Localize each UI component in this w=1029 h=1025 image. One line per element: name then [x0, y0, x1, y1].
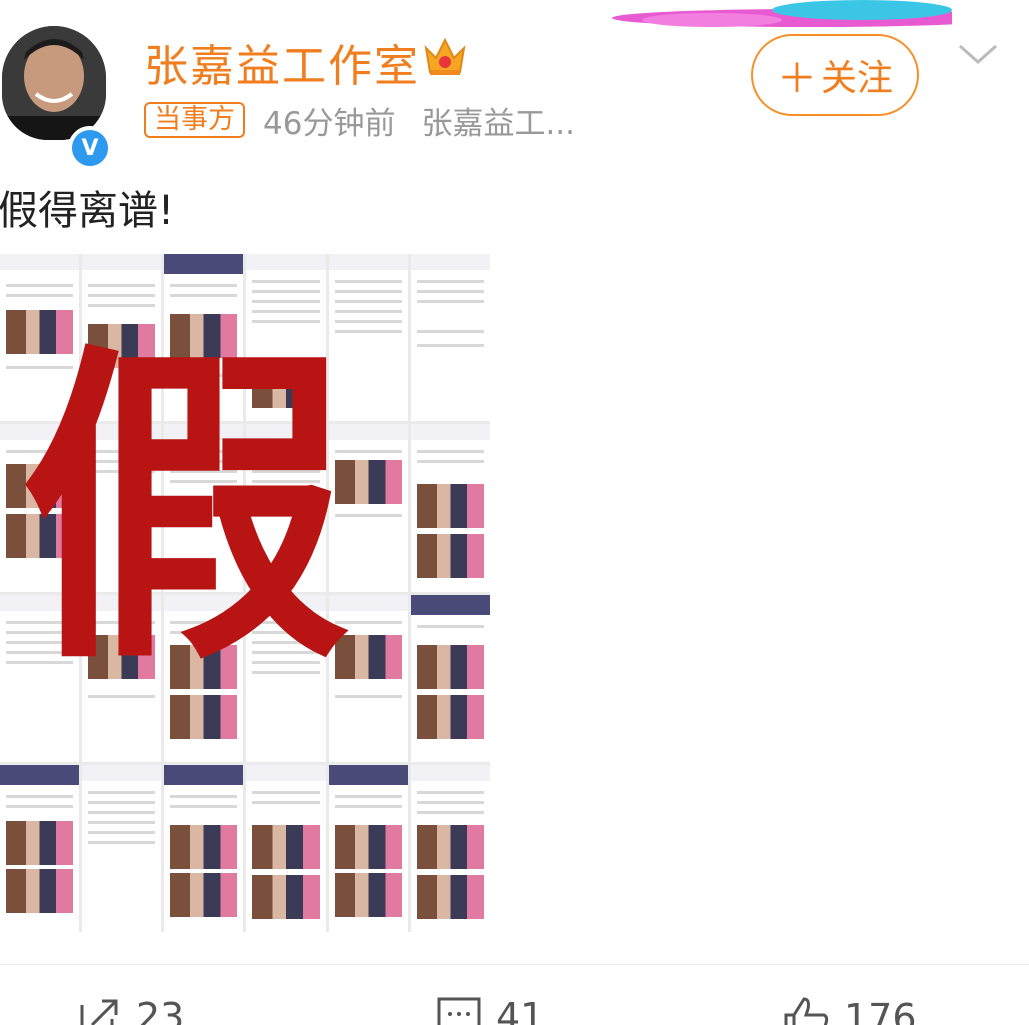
avatar-photo — [2, 26, 106, 140]
like-icon — [784, 997, 829, 1025]
repost-button[interactable]: 23 — [78, 995, 184, 1025]
crown-icon — [424, 37, 466, 75]
decorative-splash — [612, 0, 952, 27]
fake-overlay-text: 假 — [20, 315, 350, 703]
username[interactable]: 张嘉益工作室 — [144, 30, 420, 94]
comment-count: 41 — [496, 995, 545, 1025]
follow-button[interactable]: ＋ 关注 — [751, 34, 919, 116]
post-time: 46分钟前 — [263, 105, 396, 142]
comment-button[interactable]: 41 — [436, 995, 544, 1025]
post-source[interactable]: 张嘉益工... — [421, 98, 575, 143]
post-image[interactable]: 假 — [0, 254, 490, 932]
post-text: 假得离谱! — [0, 188, 175, 234]
like-count: 176 — [844, 996, 917, 1025]
like-button[interactable]: 176 — [782, 995, 917, 1025]
chevron-down-icon[interactable] — [958, 40, 998, 68]
repost-count: 23 — [136, 995, 185, 1025]
plus-icon: ＋ — [776, 56, 817, 102]
follow-label: 关注 — [820, 58, 893, 99]
avatar[interactable]: V — [2, 26, 112, 170]
action-bar: 23 41 176 — [0, 964, 1029, 1025]
comment-icon — [437, 997, 481, 1025]
verified-icon: V — [68, 126, 112, 170]
post-meta: 当事方 46分钟前 张嘉益工... — [144, 98, 575, 143]
repost-icon — [80, 999, 118, 1025]
party-tag: 当事方 — [144, 102, 245, 138]
